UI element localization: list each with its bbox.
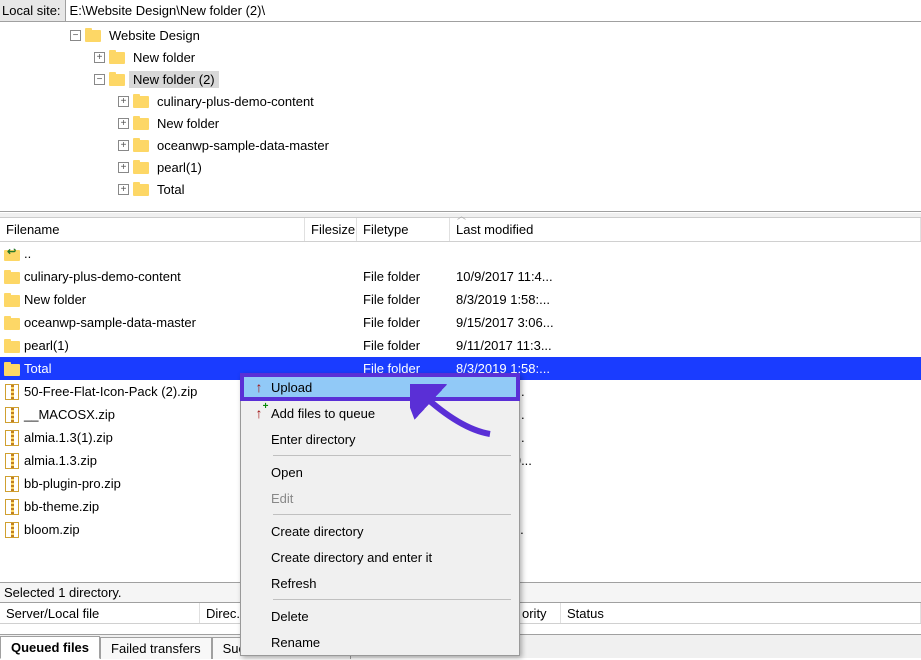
tree-label: pearl(1): [153, 159, 206, 176]
zip-icon: [5, 522, 19, 538]
tree-label: Website Design: [105, 27, 204, 44]
tree-label: oceanwp-sample-data-master: [153, 137, 333, 154]
folder-icon: [133, 94, 149, 108]
tab-queued-files[interactable]: Queued files: [0, 636, 100, 659]
zip-icon: [5, 453, 19, 469]
file-row[interactable]: New folder File folder 8/3/2019 1:58:...: [0, 288, 921, 311]
tree-item[interactable]: − Website Design: [0, 24, 921, 46]
tree-item[interactable]: + culinary-plus-demo-content: [0, 90, 921, 112]
menu-item-enter-directory[interactable]: Enter directory: [241, 426, 519, 452]
menu-item-open[interactable]: Open: [241, 459, 519, 485]
tree-item[interactable]: + New folder: [0, 112, 921, 134]
tree-label: New folder: [153, 115, 223, 132]
expand-icon[interactable]: +: [118, 118, 129, 129]
local-site-path-input[interactable]: [66, 0, 921, 21]
tree-label: Total: [153, 181, 188, 198]
tree-item[interactable]: + Total: [0, 178, 921, 200]
menu-item-add-to-queue[interactable]: ↑+ Add files to queue: [241, 400, 519, 426]
col-header-filetype[interactable]: Filetype: [357, 218, 450, 241]
folder-icon: [85, 28, 101, 42]
tab-failed-transfers[interactable]: Failed transfers: [100, 637, 212, 659]
tree-item[interactable]: − New folder (2): [0, 68, 921, 90]
folder-icon: [133, 160, 149, 174]
zip-icon: [5, 384, 19, 400]
zip-icon: [5, 476, 19, 492]
tree-item[interactable]: + New folder: [0, 46, 921, 68]
folder-icon: [109, 50, 125, 64]
expand-icon[interactable]: +: [94, 52, 105, 63]
folder-icon: [4, 316, 20, 330]
menu-separator: [273, 455, 511, 456]
queue-arrow-icon: ↑+: [256, 405, 263, 421]
upload-arrow-icon: ↑: [256, 379, 263, 395]
local-folder-tree[interactable]: − Website Design + New folder − New fold…: [0, 22, 921, 212]
collapse-icon[interactable]: −: [94, 74, 105, 85]
zip-icon: [5, 499, 19, 515]
file-row[interactable]: oceanwp-sample-data-master File folder 9…: [0, 311, 921, 334]
folder-icon: [4, 293, 20, 307]
col-header-status[interactable]: Status: [561, 603, 921, 623]
menu-item-create-directory[interactable]: Create directory: [241, 518, 519, 544]
tree-item[interactable]: + pearl(1): [0, 156, 921, 178]
folder-icon: [133, 182, 149, 196]
tree-item[interactable]: + oceanwp-sample-data-master: [0, 134, 921, 156]
menu-item-delete[interactable]: Delete: [241, 603, 519, 629]
col-header-filesize[interactable]: Filesize: [305, 218, 357, 241]
folder-icon: [4, 270, 20, 284]
menu-item-create-and-enter[interactable]: Create directory and enter it: [241, 544, 519, 570]
zip-icon: [5, 407, 19, 423]
menu-item-rename[interactable]: Rename: [241, 629, 519, 655]
tree-label: New folder: [129, 49, 199, 66]
collapse-icon[interactable]: −: [70, 30, 81, 41]
file-context-menu: ↑ Upload ↑+ Add files to queue Enter dir…: [240, 373, 520, 656]
folder-icon: [4, 339, 20, 353]
expand-icon[interactable]: +: [118, 96, 129, 107]
parent-dir-icon: [4, 247, 20, 261]
col-header-modified[interactable]: Last modified: [450, 218, 921, 241]
col-header-filename[interactable]: Filename: [0, 218, 305, 241]
menu-item-refresh[interactable]: Refresh: [241, 570, 519, 596]
folder-icon: [4, 362, 20, 376]
menu-separator: [273, 514, 511, 515]
folder-icon: [133, 116, 149, 130]
file-list-header: Filename Filesize Filetype Last modified: [0, 218, 921, 242]
zip-icon: [5, 430, 19, 446]
folder-icon: [109, 72, 125, 86]
local-site-label: Local site:: [0, 0, 66, 21]
file-row[interactable]: pearl(1) File folder 9/11/2017 11:3...: [0, 334, 921, 357]
expand-icon[interactable]: +: [118, 162, 129, 173]
expand-icon[interactable]: +: [118, 140, 129, 151]
tree-label: New folder (2): [129, 71, 219, 88]
file-row[interactable]: culinary-plus-demo-content File folder 1…: [0, 265, 921, 288]
col-header-serverfile[interactable]: Server/Local file: [0, 603, 200, 623]
menu-item-edit: Edit: [241, 485, 519, 511]
folder-icon: [133, 138, 149, 152]
tree-label: culinary-plus-demo-content: [153, 93, 318, 110]
col-header-priority[interactable]: ority: [516, 603, 561, 623]
menu-separator: [273, 599, 511, 600]
expand-icon[interactable]: +: [118, 184, 129, 195]
file-row-updir[interactable]: ..: [0, 242, 921, 265]
menu-item-upload[interactable]: ↑ Upload: [241, 374, 519, 400]
local-site-path-bar: Local site:: [0, 0, 921, 22]
